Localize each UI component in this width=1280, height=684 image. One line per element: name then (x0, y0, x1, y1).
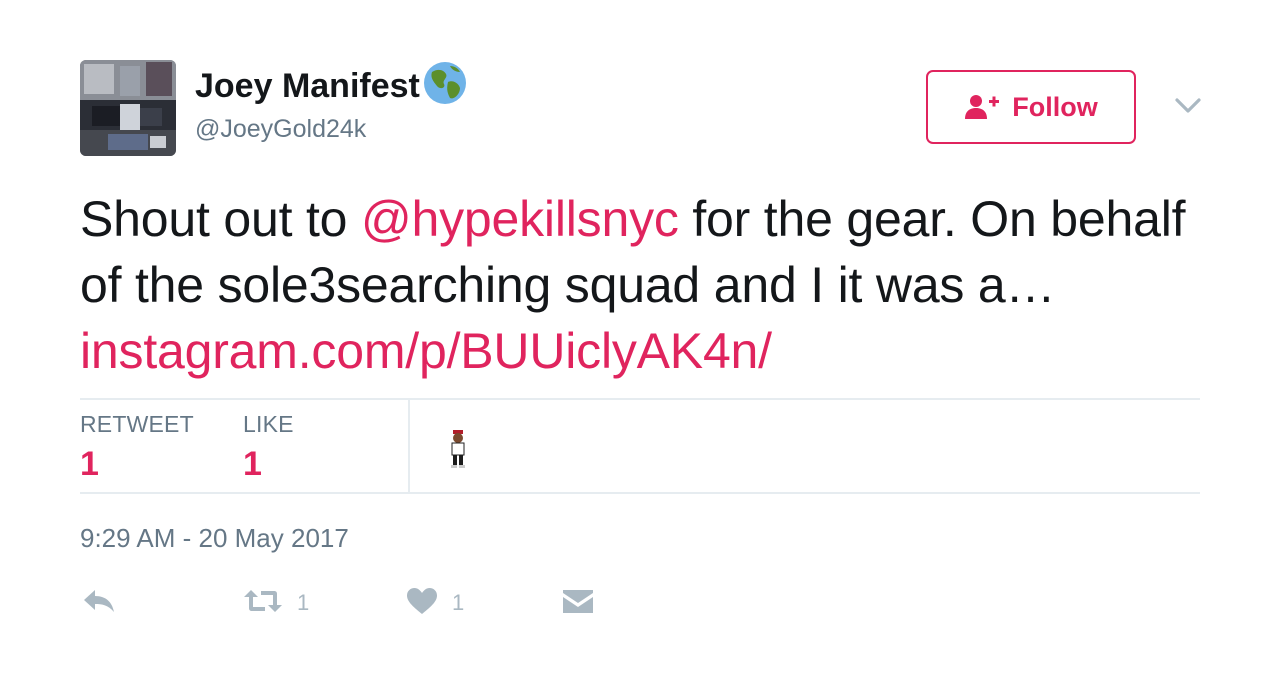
display-name[interactable]: Joey Manifest (195, 62, 468, 106)
reply-icon (82, 588, 116, 619)
like-button[interactable]: 1 (406, 584, 464, 622)
follow-button-label: Follow (1012, 91, 1098, 122)
retweets-stat-value: 1 (80, 445, 99, 483)
tweet-text-before: Shout out to (80, 191, 361, 247)
follow-button[interactable]: Follow (926, 70, 1136, 144)
like-count: 1 (452, 590, 465, 615)
tweet-text: Shout out to @hypekillsnyc for the gear.… (80, 186, 1200, 384)
mention-link[interactable]: @hypekillsnyc (361, 191, 679, 247)
chevron-down-icon[interactable] (1172, 94, 1204, 120)
likes-stat-value: 1 (243, 445, 262, 483)
liker-avatar[interactable] (446, 428, 470, 470)
stats-vertical-divider (408, 400, 410, 492)
retweets-stat-label: RETWEET (80, 411, 194, 437)
instagram-link[interactable]: instagram.com/p/BUUiclyAK4n/ (80, 323, 772, 379)
globe-emoji-icon (422, 60, 468, 106)
envelope-icon (562, 587, 594, 620)
likes-stat[interactable]: LIKE 1 (243, 410, 294, 484)
heart-icon (406, 587, 438, 620)
retweet-count: 1 (297, 590, 310, 615)
likes-stat-label: LIKE (243, 411, 294, 437)
display-name-text: Joey Manifest (195, 67, 420, 105)
retweets-stat[interactable]: RETWEET 1 (80, 410, 194, 484)
user-handle[interactable]: @JoeyGold24k (195, 113, 366, 145)
direct-message-button[interactable] (562, 584, 594, 622)
divider-bottom (80, 492, 1200, 494)
divider-top (80, 398, 1200, 400)
reply-button[interactable] (82, 584, 116, 622)
retweet-button[interactable]: 1 (243, 584, 309, 622)
avatar-image (80, 60, 176, 156)
add-person-icon (964, 94, 1000, 120)
retweet-icon (243, 588, 283, 619)
avatar[interactable] (80, 60, 176, 156)
tweet-timestamp[interactable]: 9:29 AM - 20 May 2017 (80, 522, 349, 554)
